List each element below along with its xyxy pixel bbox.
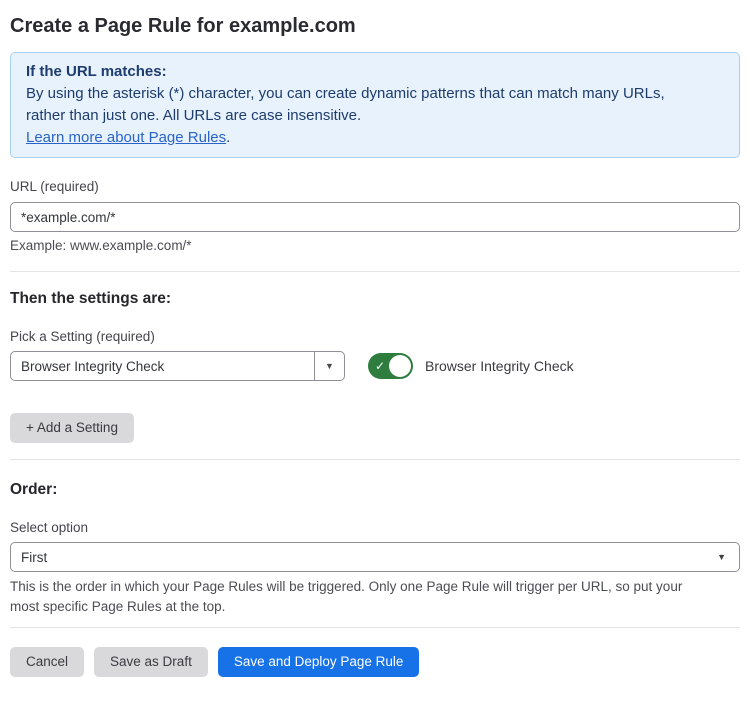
footer-divider [10,627,740,628]
url-input[interactable] [10,202,740,232]
info-link-line: Learn more about Page Rules. [26,127,724,149]
page-title: Create a Page Rule for example.com [10,14,740,38]
url-label: URL (required) [10,179,740,195]
order-helper-line-2: most specific Page Rules at the top. [10,597,740,617]
browser-integrity-toggle[interactable]: ✓ [368,353,413,379]
settings-heading: Then the settings are: [10,289,740,308]
save-draft-button[interactable]: Save as Draft [94,647,208,677]
section-divider [10,271,740,272]
select-arrow-icon: ▼ [717,552,726,562]
footer-buttons: Cancel Save as Draft Save and Deploy Pag… [10,647,740,677]
order-heading: Order: [10,480,740,499]
learn-more-link[interactable]: Learn more about Page Rules [26,129,226,146]
info-body-line-2: rather than just one. All URLs are case … [26,105,724,127]
order-select-value: First [21,550,47,565]
info-body-line-1: By using the asterisk (*) character, you… [26,83,724,105]
setting-row: Browser Integrity Check ▼ ✓ Browser Inte… [10,351,740,381]
cancel-button[interactable]: Cancel [10,647,84,677]
setting-picker-dropdown[interactable]: Browser Integrity Check ▼ [10,351,345,381]
setting-picker-label: Pick a Setting (required) [10,329,740,345]
page-rule-form: Create a Page Rule for example.com If th… [0,0,750,677]
order-helper-line-1: This is the order in which your Page Rul… [10,577,740,597]
url-example-helper: Example: www.example.com/* [10,238,740,254]
setting-picker-value: Browser Integrity Check [11,352,314,380]
order-select-label: Select option [10,520,740,536]
toggle-label: Browser Integrity Check [425,358,574,374]
dropdown-arrow-icon[interactable]: ▼ [314,352,344,380]
order-select[interactable]: First ▼ [10,542,740,572]
url-match-info-box: If the URL matches: By using the asteris… [10,52,740,158]
section-divider [10,459,740,460]
link-suffix: . [226,129,230,146]
order-helper: This is the order in which your Page Rul… [10,577,740,617]
check-icon: ✓ [375,360,385,372]
add-setting-button[interactable]: + Add a Setting [10,413,134,443]
info-heading: If the URL matches: [26,61,724,83]
save-deploy-button[interactable]: Save and Deploy Page Rule [218,647,420,677]
toggle-knob [389,355,411,377]
